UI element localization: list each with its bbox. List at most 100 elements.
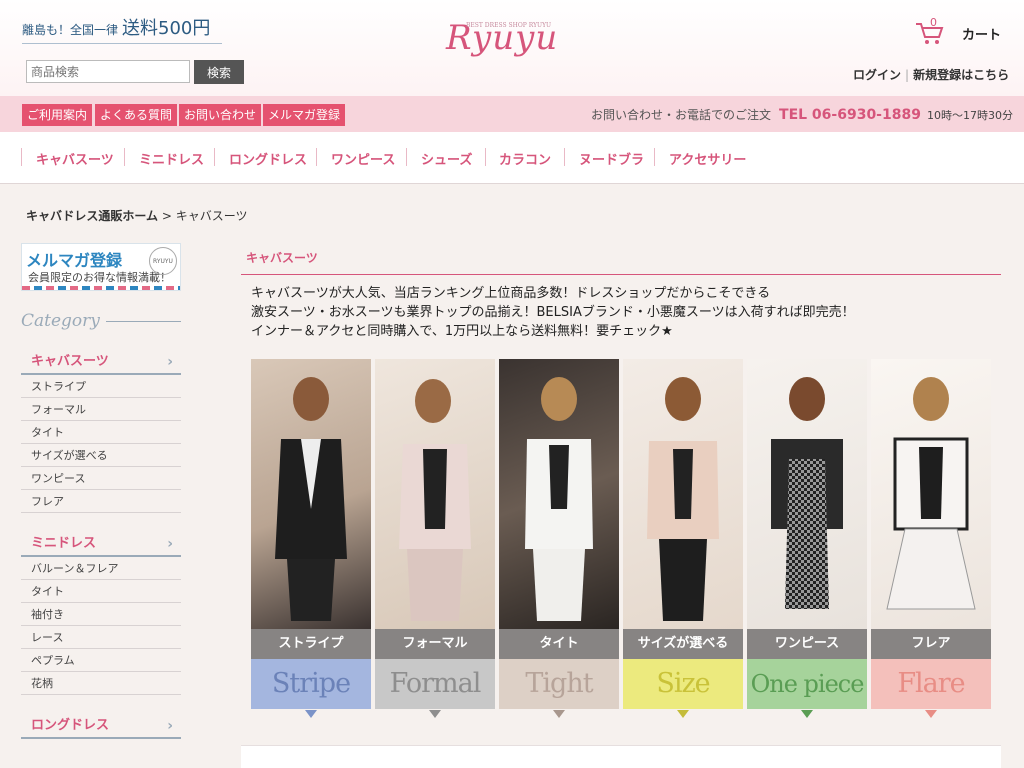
nav-divider bbox=[316, 148, 317, 166]
tile-label-en: Flare bbox=[871, 659, 991, 709]
side-item-floral[interactable]: 花柄 bbox=[21, 672, 181, 695]
list-controls-bar bbox=[241, 745, 1001, 768]
breadcrumb-current: キャバスーツ bbox=[175, 209, 248, 223]
side-item-peplum[interactable]: ペプラム bbox=[21, 649, 181, 672]
account-separator: | bbox=[905, 68, 910, 82]
side-item-formal[interactable]: フォーマル bbox=[21, 398, 181, 421]
tile-label-en: Formal bbox=[375, 659, 495, 709]
caret-down-icon bbox=[305, 710, 317, 718]
chevron-right-icon: › bbox=[167, 536, 173, 552]
business-hours: 10時～17時30分 bbox=[926, 109, 1013, 122]
tile-stripe[interactable]: ストライプ Stripe bbox=[251, 359, 371, 719]
side-group-minidress[interactable]: ミニドレス › bbox=[21, 531, 181, 557]
side-item-tight-mini[interactable]: タイト bbox=[21, 580, 181, 603]
nav-divider bbox=[485, 148, 486, 166]
nav-shoes[interactable]: シューズ bbox=[421, 149, 472, 168]
newsletter-banner-title: メルマガ登録 bbox=[26, 251, 123, 270]
product-photo bbox=[499, 359, 619, 629]
tile-label-jp: タイト bbox=[499, 629, 619, 659]
nav-divider bbox=[654, 148, 655, 166]
site-header: 離島も！全国一律 送料500円 BEST DRESS SHOP RYUYU Ryu… bbox=[0, 0, 1024, 96]
side-item-stripe[interactable]: ストライプ bbox=[21, 375, 181, 398]
tile-tight[interactable]: タイト Tight bbox=[499, 359, 619, 719]
caret-down-icon bbox=[429, 710, 441, 718]
tile-flare[interactable]: フレア Flare bbox=[871, 359, 991, 719]
side-item-balloon[interactable]: バルーン＆フレア bbox=[21, 557, 181, 580]
product-photo bbox=[623, 359, 743, 629]
nav-colorcontacts[interactable]: カラコン bbox=[499, 149, 551, 168]
nav-accessories[interactable]: アクセサリー bbox=[669, 149, 746, 168]
tile-label-jp: フレア bbox=[871, 629, 991, 659]
contact-info: お問い合わせ・お電話でのご注文 TEL 06-6930-1889 10時～17時30… bbox=[591, 106, 1013, 123]
tile-size[interactable]: サイズが選べる Size bbox=[623, 359, 743, 719]
side-item-tight[interactable]: タイト bbox=[21, 421, 181, 444]
tile-label-jp: ワンピース bbox=[747, 629, 867, 659]
tile-label-en: Tight bbox=[499, 659, 619, 709]
breadcrumb: キャバドレス通販ホーム > キャバスーツ bbox=[26, 207, 247, 224]
site-logo[interactable]: BEST DRESS SHOP RYUYU Ryuyu bbox=[446, 18, 558, 58]
cart-count: 0 bbox=[930, 16, 937, 29]
search-form: 検索 bbox=[26, 60, 244, 84]
nav-minidress[interactable]: ミニドレス bbox=[139, 149, 204, 168]
tile-onepiece[interactable]: ワンピース One piece bbox=[747, 359, 867, 719]
newsletter-banner[interactable]: メルマガ登録 会員限定のお得な情報満載！ RYUYU bbox=[21, 243, 181, 291]
nav-longdress[interactable]: ロングドレス bbox=[229, 149, 307, 168]
nav-divider bbox=[214, 148, 215, 166]
side-item-size[interactable]: サイズが選べる bbox=[21, 444, 181, 467]
promo-main: 送料500円 bbox=[122, 18, 211, 39]
style-tile-grid: ストライプ Stripe フォーマル Formal タイト Tight サイズが… bbox=[251, 359, 991, 719]
side-group-longdress[interactable]: ロングドレス › bbox=[21, 713, 181, 739]
cart-label: カート bbox=[962, 27, 1002, 43]
nav-divider bbox=[21, 148, 22, 166]
contact-text: お問い合わせ・お電話でのご注文 bbox=[591, 108, 772, 122]
product-photo bbox=[747, 359, 867, 629]
category-heading-line bbox=[105, 320, 181, 322]
contact-button[interactable]: お問い合わせ bbox=[179, 104, 262, 126]
logo-tagline: BEST DRESS SHOP RYUYU bbox=[466, 22, 552, 29]
product-photo bbox=[375, 359, 495, 629]
side-group-cabasuit[interactable]: キャバスーツ › bbox=[21, 349, 181, 375]
side-item-sleeved[interactable]: 袖付き bbox=[21, 603, 181, 626]
nav-onepiece[interactable]: ワンピース bbox=[331, 149, 395, 168]
login-link[interactable]: ログイン bbox=[853, 68, 901, 82]
side-item-onepiece[interactable]: ワンピース bbox=[21, 467, 181, 490]
search-button[interactable]: 検索 bbox=[194, 60, 244, 84]
sidebar: メルマガ登録 会員限定のお得な情報満載！ RYUYU Category キャバス… bbox=[21, 243, 181, 739]
stamp-icon: RYUYU bbox=[149, 247, 177, 275]
cart-icon: 0 bbox=[914, 16, 944, 46]
phone-number: TEL 06-6930-1889 bbox=[779, 107, 921, 123]
tile-label-jp: フォーマル bbox=[375, 629, 495, 659]
description-line: キャバスーツが大人気、当店ランキング上位商品多数！ドレスショップだからこそできる bbox=[251, 286, 771, 301]
product-photo bbox=[871, 359, 991, 629]
breadcrumb-home[interactable]: キャバドレス通販ホーム bbox=[26, 209, 158, 223]
side-group-title: ロングドレス bbox=[31, 718, 110, 733]
side-group-title: ミニドレス bbox=[31, 536, 97, 551]
nav-cabasuit[interactable]: キャバスーツ bbox=[36, 149, 114, 168]
tile-label-jp: サイズが選べる bbox=[623, 629, 743, 659]
guide-button[interactable]: ご利用案内 bbox=[22, 104, 93, 126]
caret-down-icon bbox=[801, 710, 813, 718]
side-item-flare[interactable]: フレア bbox=[21, 490, 181, 513]
breadcrumb-separator: > bbox=[158, 209, 176, 223]
search-input[interactable] bbox=[26, 60, 190, 83]
cart-link[interactable]: 0 カート bbox=[914, 16, 1002, 46]
chevron-right-icon: › bbox=[167, 354, 173, 370]
tile-label-jp: ストライプ bbox=[251, 629, 371, 659]
account-links: ログイン | 新規登録はこちら bbox=[853, 66, 1009, 83]
nav-nudebra[interactable]: ヌードブラ bbox=[579, 149, 644, 168]
side-item-lace[interactable]: レース bbox=[21, 626, 181, 649]
newsletter-banner-sub: 会員限定のお得な情報満載！ bbox=[28, 271, 171, 284]
nav-divider bbox=[406, 148, 407, 166]
register-link[interactable]: 新規登録はこちら bbox=[913, 68, 1009, 82]
caret-down-icon bbox=[677, 710, 689, 718]
tile-label-en: One piece bbox=[747, 659, 867, 709]
nav-divider bbox=[564, 148, 565, 166]
description-line: 激安スーツ・お水スーツも業界トップの品揃え！BELSIAブランド・小悪魔スーツは… bbox=[251, 305, 855, 320]
caret-down-icon bbox=[925, 710, 937, 718]
newsletter-button[interactable]: メルマガ登録 bbox=[263, 104, 346, 126]
promo-prefix: 離島も！全国一律 bbox=[22, 23, 119, 37]
category-description: キャバスーツが大人気、当店ランキング上位商品多数！ドレスショップだからこそできる… bbox=[251, 284, 1001, 341]
category-heading-text: Category bbox=[21, 311, 100, 331]
faq-button[interactable]: よくある質問 bbox=[95, 104, 178, 126]
tile-formal[interactable]: フォーマル Formal bbox=[375, 359, 495, 719]
